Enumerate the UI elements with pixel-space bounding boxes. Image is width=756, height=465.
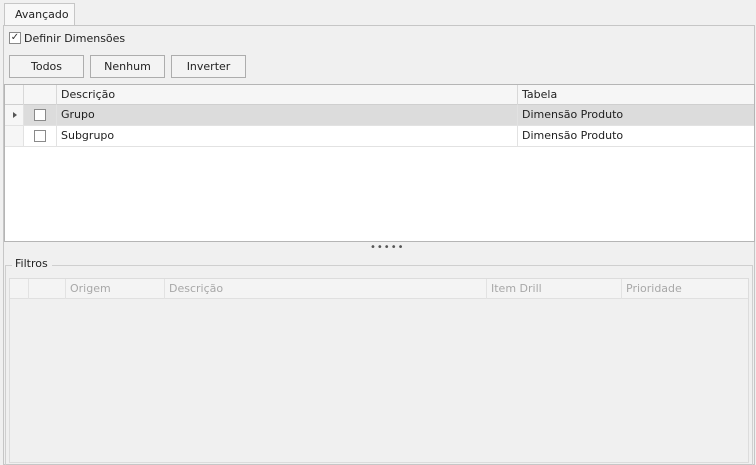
row-arrow-icon — [13, 112, 17, 118]
row-checkbox[interactable] — [34, 109, 46, 121]
definir-dimensoes-label: Definir Dimensões — [24, 31, 126, 45]
todos-button[interactable]: Todos — [9, 55, 84, 78]
filtros-title: Filtros — [12, 257, 52, 270]
cell-tabela[interactable]: Dimensão Produto — [518, 126, 754, 146]
row-indicator — [5, 126, 24, 146]
filtros-header-indicator — [10, 279, 29, 299]
cell-descricao[interactable]: Subgrupo — [57, 126, 518, 146]
splitter-handle[interactable]: ••••• — [370, 243, 405, 253]
tab-avancado[interactable]: Avançado — [4, 3, 75, 26]
row-check-cell[interactable] — [24, 126, 57, 146]
cell-descricao[interactable]: Grupo — [57, 105, 518, 125]
filtros-grid[interactable]: Origem Descrição Item Drill Prioridade — [9, 278, 749, 463]
row-checkbox[interactable] — [34, 130, 46, 142]
nenhum-button[interactable]: Nenhum — [90, 55, 165, 78]
table-row[interactable]: Grupo Dimensão Produto — [5, 105, 754, 126]
dimensoes-grid[interactable]: Descrição Tabela Grupo Dimensão Produto … — [4, 84, 755, 242]
column-header-tabela[interactable]: Tabela — [518, 85, 754, 105]
inverter-button[interactable]: Inverter — [171, 55, 246, 78]
row-check-cell[interactable] — [24, 105, 57, 125]
filtros-grid-header: Origem Descrição Item Drill Prioridade — [10, 279, 748, 299]
filtros-header-blank — [29, 279, 66, 299]
cell-tabela[interactable]: Dimensão Produto — [518, 105, 754, 125]
column-header-prioridade[interactable]: Prioridade — [622, 279, 748, 299]
header-check-cell[interactable] — [24, 85, 57, 105]
column-header-descricao[interactable]: Descrição — [165, 279, 487, 299]
column-header-item-drill[interactable]: Item Drill — [487, 279, 622, 299]
table-row[interactable]: Subgrupo Dimensão Produto — [5, 126, 754, 147]
header-indicator-cell — [5, 85, 24, 105]
check-icon[interactable]: ✓ — [9, 32, 21, 44]
row-indicator — [5, 105, 24, 125]
definir-dimensoes-checkbox[interactable]: ✓ Definir Dimensões — [9, 31, 125, 45]
column-header-descricao[interactable]: Descrição — [57, 85, 518, 105]
column-header-origem[interactable]: Origem — [66, 279, 165, 299]
grid-header: Descrição Tabela — [5, 85, 754, 105]
